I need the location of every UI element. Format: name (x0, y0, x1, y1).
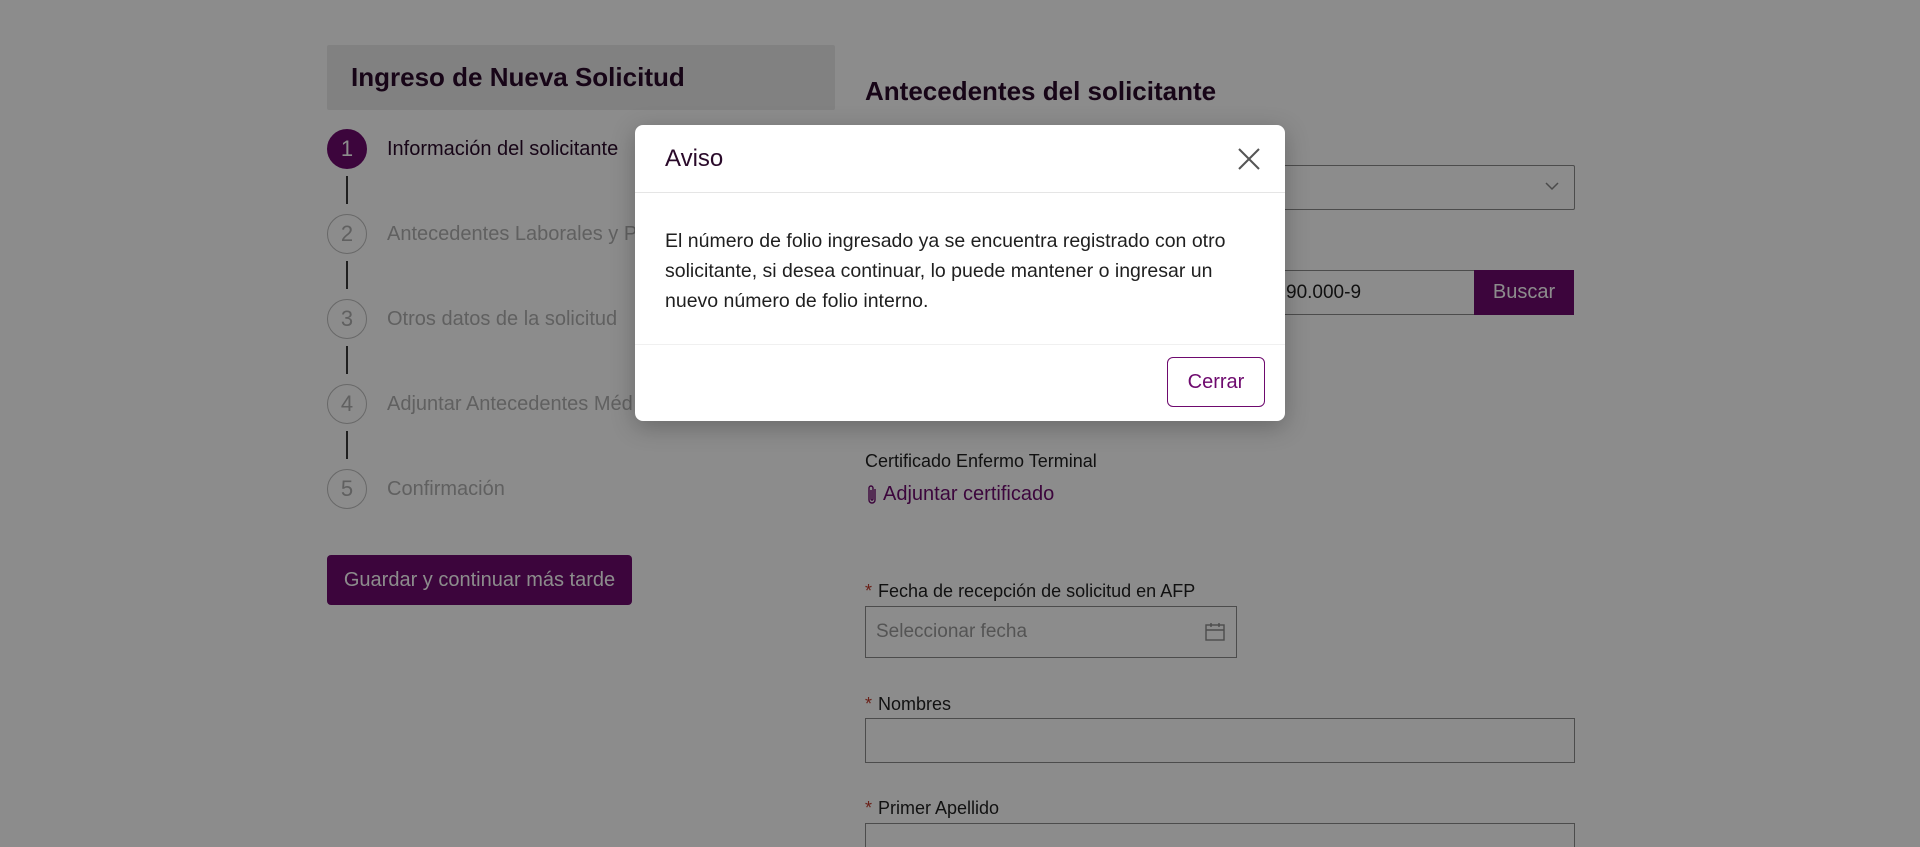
modal-body: El número de folio ingresado ya se encue… (635, 193, 1285, 345)
close-button[interactable]: Cerrar (1167, 357, 1265, 407)
modal-footer: Cerrar (635, 345, 1285, 421)
modal-message: El número de folio ingresado ya se encue… (665, 230, 1226, 312)
modal-title: Aviso (665, 144, 724, 172)
page: Ingreso de Nueva Solicitud 1 Información… (0, 0, 1920, 847)
close-icon[interactable] (1235, 145, 1263, 173)
notice-modal: Aviso El número de folio ingresado ya se… (635, 125, 1285, 421)
modal-header: Aviso (635, 125, 1285, 193)
